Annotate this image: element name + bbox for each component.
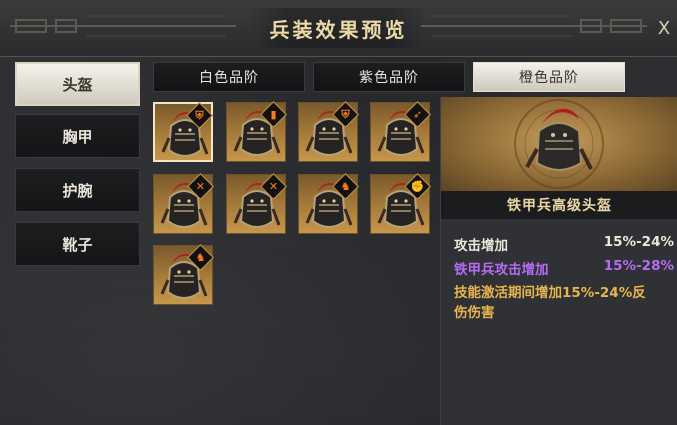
- close-icon: X: [657, 18, 671, 39]
- helmet-slot-1[interactable]: ⛨: [153, 102, 213, 162]
- tab-orange-grade[interactable]: 橙色品阶: [473, 62, 625, 92]
- tower-shield-icon: ▮: [270, 108, 277, 121]
- helmet-slot-7[interactable]: ♞: [298, 173, 359, 234]
- stat-row-heavy-infantry-attack: 铁甲兵攻击增加 15%-28%: [454, 258, 674, 278]
- shield-emblem-icon: ⛨: [341, 108, 350, 121]
- helmet-slot-5[interactable]: ✕: [153, 173, 214, 234]
- nav-item-boots[interactable]: 靴子: [15, 222, 140, 266]
- tab-label: 紫色品阶: [359, 70, 419, 86]
- stat-row-attack: 攻击增加 15%-24%: [454, 234, 674, 254]
- helmet-slot-3[interactable]: ⛨: [298, 101, 359, 162]
- nav-item-helmet[interactable]: 头盔: [15, 62, 140, 106]
- nav-item-chest[interactable]: 胸甲: [15, 114, 140, 158]
- stat-value: 15%-28%: [603, 258, 674, 274]
- nav-item-label: 胸甲: [62, 127, 93, 146]
- nav-item-label: 护腕: [62, 181, 93, 200]
- header-bar: 兵装效果预览 X: [0, 0, 677, 57]
- item-name: 铁甲兵高级头盔: [441, 191, 677, 219]
- stat-label: 技能激活期间增加: [454, 285, 562, 301]
- horse-icon: ♞: [340, 180, 351, 193]
- crossbow-icon: ✕: [268, 180, 279, 193]
- helmet-slot-2[interactable]: ▮: [226, 101, 287, 162]
- stat-value: 15%-24%反: [562, 285, 646, 301]
- page-title: 兵装效果预览: [269, 18, 408, 42]
- stat-row-skill-active: 技能激活期间增加 15%-24%反: [454, 281, 674, 301]
- nav-item-label: 靴子: [62, 235, 93, 254]
- tab-label: 白色品阶: [199, 70, 259, 86]
- tab-purple-grade[interactable]: 紫色品阶: [313, 62, 465, 92]
- helmet-slot-9[interactable]: ♞: [153, 244, 214, 305]
- stat-value: 15%-24%: [603, 234, 674, 250]
- stat-label: 铁甲兵攻击增加: [454, 262, 549, 278]
- detail-preview: [441, 97, 677, 191]
- nav-item-label: 头盔: [62, 75, 93, 94]
- stat-continuation: 伤伤害: [454, 305, 495, 321]
- helmet-slot-8[interactable]: ✊: [370, 173, 431, 234]
- crossbow-icon: ✕: [195, 180, 206, 193]
- fist-icon: ✊: [410, 180, 425, 193]
- horse-icon: ♞: [195, 251, 206, 264]
- tab-white-grade[interactable]: 白色品阶: [153, 62, 305, 92]
- stat-label: 攻击增加: [454, 238, 508, 254]
- close-button[interactable]: X: [655, 18, 673, 40]
- nav-item-bracer[interactable]: 护腕: [15, 168, 140, 212]
- shield-emblem-icon: ⛨: [195, 109, 204, 122]
- helmet-slot-4[interactable]: ➶: [370, 101, 431, 162]
- bow-arrow-icon: ➶: [412, 108, 423, 121]
- helmet-preview-icon: [514, 99, 604, 189]
- helmet-slot-6[interactable]: ✕: [226, 173, 287, 234]
- tab-label: 橙色品阶: [519, 70, 579, 86]
